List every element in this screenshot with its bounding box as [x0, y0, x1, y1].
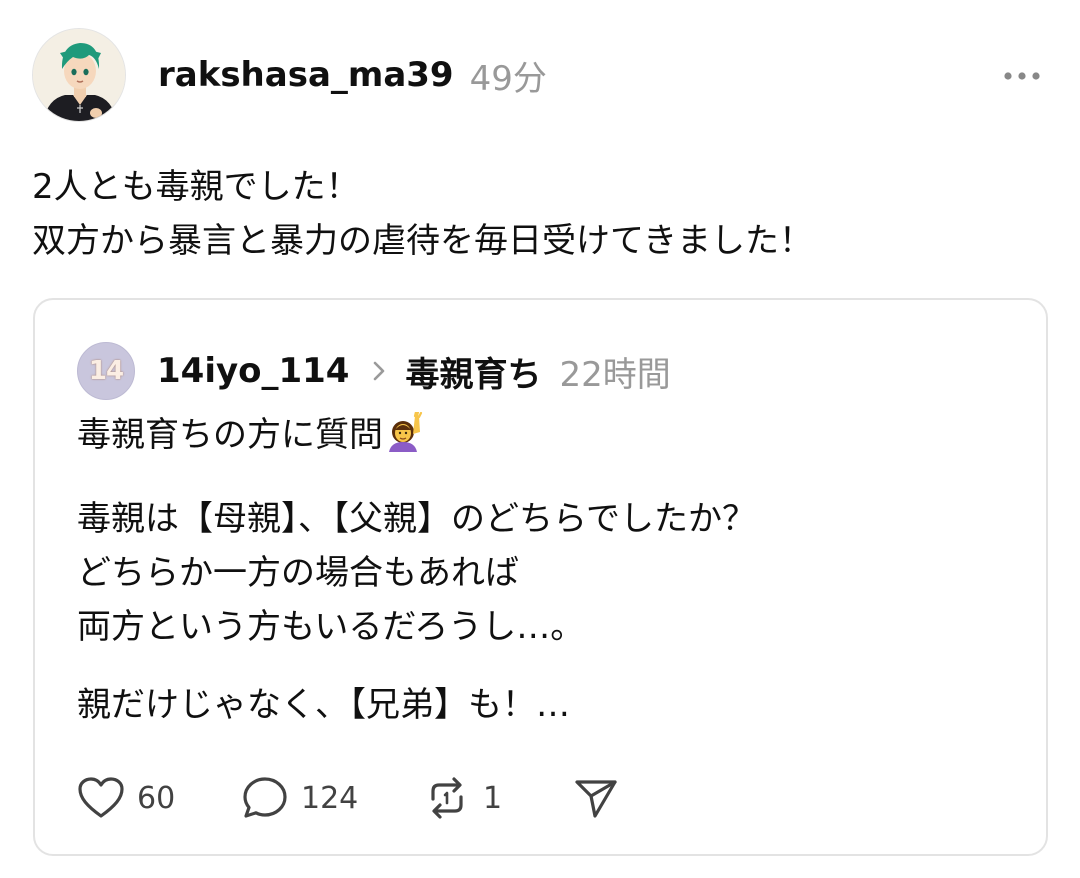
quoted-paragraph: 親だけじゃなく、【兄弟】も！… — [77, 678, 1017, 732]
quoted-paragraph: 毒親育ちの方に質問 — [77, 408, 1017, 468]
raising-hand-emoji-icon — [385, 410, 425, 468]
topic-tag-link[interactable]: 毒親育ち — [405, 347, 541, 396]
quoted-avatar-label: 14 — [88, 356, 124, 386]
quoted-post-body: 毒親育ちの方に質問 毒親は【母親】、【父親】のどちらでしたか？ どちらか一方の場… — [77, 408, 1017, 756]
reply-count: 124 — [301, 780, 359, 816]
comment-bubble-icon — [243, 777, 287, 818]
quoted-text-line: どちらか一方の場合もあれば — [77, 553, 519, 593]
quoted-paragraph: 毒親は【母親】、【父親】のどちらでしたか？ どちらか一方の場合もあれば 両方とい… — [77, 492, 1017, 654]
reply-button[interactable]: 124 — [241, 775, 423, 821]
quoted-text-line: 毒親は【母親】、【父親】のどちらでしたか？ — [77, 499, 756, 539]
quoted-post-card[interactable]: 14 14iyo_114 毒親育ち 22時間 毒親育ちの方に質問 毒親は【母親】… — [33, 298, 1048, 856]
thread-post: rakshasa_ma39 49分 2人とも毒親でした！ 双方から暴言と暴力の虐… — [0, 0, 1080, 878]
repost-icon — [431, 777, 463, 819]
avatar-illustration — [33, 29, 125, 121]
more-horizontal-icon — [1004, 72, 1040, 80]
quoted-username[interactable]: 14iyo_114 — [157, 351, 349, 391]
like-button[interactable]: 60 — [77, 776, 241, 820]
quoted-text-line: 毒親育ちの方に質問 — [77, 408, 1017, 468]
user-avatar[interactable] — [32, 28, 126, 122]
post-text-line: 双方から暴言と暴力の虐待を毎日受けてきました！ — [32, 221, 813, 261]
heart-icon — [78, 777, 124, 818]
post-body: 2人とも毒親でした！ 双方から暴言と暴力の虐待を毎日受けてきました！ — [32, 160, 1042, 268]
quoted-timestamp: 22時間 — [559, 354, 671, 395]
quoted-text: 毒親育ちの方に質問 — [77, 415, 383, 455]
like-count: 60 — [137, 780, 176, 816]
repost-button[interactable]: 1 — [423, 775, 573, 821]
action-bar: 60 124 1 — [77, 770, 619, 826]
quoted-text-line: 両方という方もいるだろうし…。 — [77, 607, 585, 647]
quoted-text-line: 親だけじゃなく、【兄弟】も！… — [77, 685, 570, 725]
quoted-post-header: 14iyo_114 毒親育ち 22時間 — [157, 346, 671, 396]
post-username[interactable]: rakshasa_ma39 — [158, 55, 454, 95]
chevron-right-icon — [371, 359, 387, 383]
post-text-line: 2人とも毒親でした！ — [32, 167, 360, 207]
quoted-user-avatar[interactable]: 14 — [77, 342, 135, 400]
send-icon — [575, 780, 617, 818]
more-options-button[interactable] — [994, 56, 1050, 96]
post-timestamp: 49分 — [469, 58, 547, 99]
share-button[interactable] — [573, 776, 619, 820]
repost-count: 1 — [483, 780, 503, 816]
post-header: rakshasa_ma39 49分 — [158, 50, 547, 100]
